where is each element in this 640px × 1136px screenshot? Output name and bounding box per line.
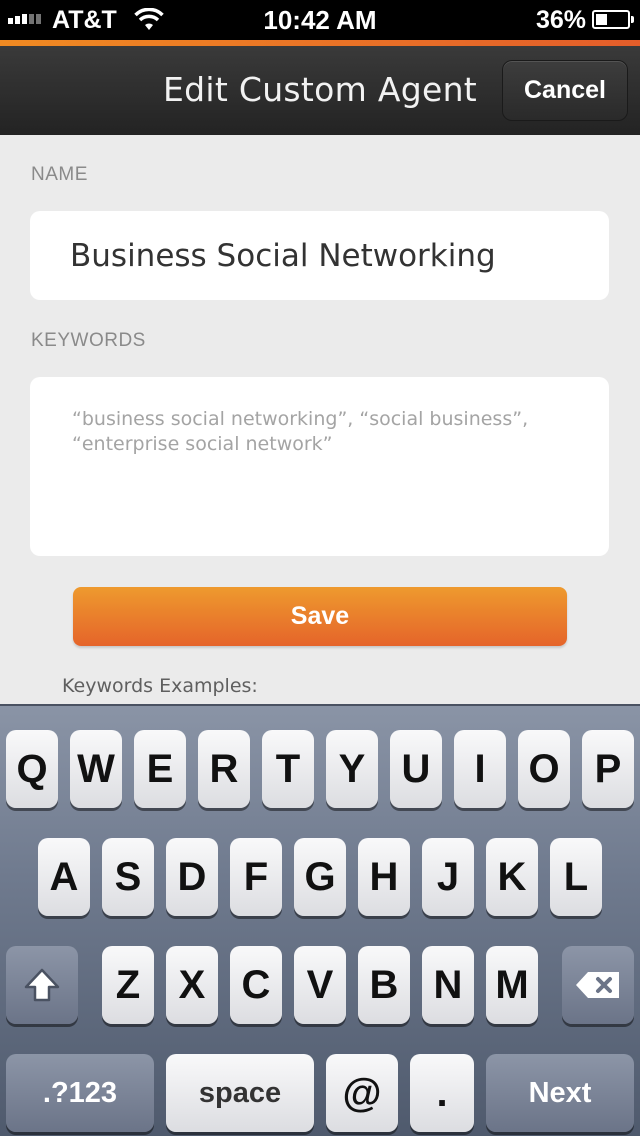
keywords-input[interactable]: “business social networking”, “social bu… (30, 377, 609, 556)
delete-key[interactable] (562, 946, 634, 1024)
name-label: NAME (31, 164, 88, 185)
cancel-button[interactable]: Cancel (502, 60, 628, 121)
key-z[interactable]: Z (102, 946, 154, 1024)
space-key[interactable]: space (166, 1054, 314, 1132)
key-l[interactable]: L (550, 838, 602, 916)
save-button[interactable]: Save (73, 587, 567, 646)
key-i[interactable]: I (454, 730, 506, 808)
key-f[interactable]: F (230, 838, 282, 916)
nav-bar: Edit Custom Agent Cancel (0, 46, 640, 135)
key-a[interactable]: A (38, 838, 90, 916)
keywords-examples-label: Keywords Examples: (62, 675, 258, 697)
keywords-label: KEYWORDS (31, 330, 146, 351)
key-r[interactable]: R (198, 730, 250, 808)
key-m[interactable]: M (486, 946, 538, 1024)
key-t[interactable]: T (262, 730, 314, 808)
dot-key[interactable]: . (410, 1054, 474, 1132)
shift-arrow-icon (24, 968, 60, 1002)
key-p[interactable]: P (582, 730, 634, 808)
key-s[interactable]: S (102, 838, 154, 916)
keyboard: Q W E R T Y U I O P A S D F G H J K L Z … (0, 704, 640, 1136)
battery-icon (592, 10, 634, 29)
key-y[interactable]: Y (326, 730, 378, 808)
key-j[interactable]: J (422, 838, 474, 916)
key-g[interactable]: G (294, 838, 346, 916)
status-bar: AT&T 10:42 AM 36% (0, 0, 640, 40)
name-input[interactable]: Business Social Networking (30, 211, 609, 300)
key-b[interactable]: B (358, 946, 410, 1024)
key-k[interactable]: K (486, 838, 538, 916)
key-c[interactable]: C (230, 946, 282, 1024)
name-input-value: Business Social Networking (70, 237, 496, 274)
backspace-icon (576, 972, 619, 998)
at-key[interactable]: @ (326, 1054, 398, 1132)
key-n[interactable]: N (422, 946, 474, 1024)
next-key[interactable]: Next (486, 1054, 634, 1132)
key-d[interactable]: D (166, 838, 218, 916)
key-v[interactable]: V (294, 946, 346, 1024)
shift-key[interactable] (6, 946, 78, 1024)
key-q[interactable]: Q (6, 730, 58, 808)
key-h[interactable]: H (358, 838, 410, 916)
key-o[interactable]: O (518, 730, 570, 808)
key-u[interactable]: U (390, 730, 442, 808)
keywords-placeholder: “business social networking”, “social bu… (72, 408, 529, 455)
key-x[interactable]: X (166, 946, 218, 1024)
key-e[interactable]: E (134, 730, 186, 808)
numbers-key[interactable]: .?123 (6, 1054, 154, 1132)
battery-percent: 36% (535, 6, 586, 34)
key-w[interactable]: W (70, 730, 122, 808)
